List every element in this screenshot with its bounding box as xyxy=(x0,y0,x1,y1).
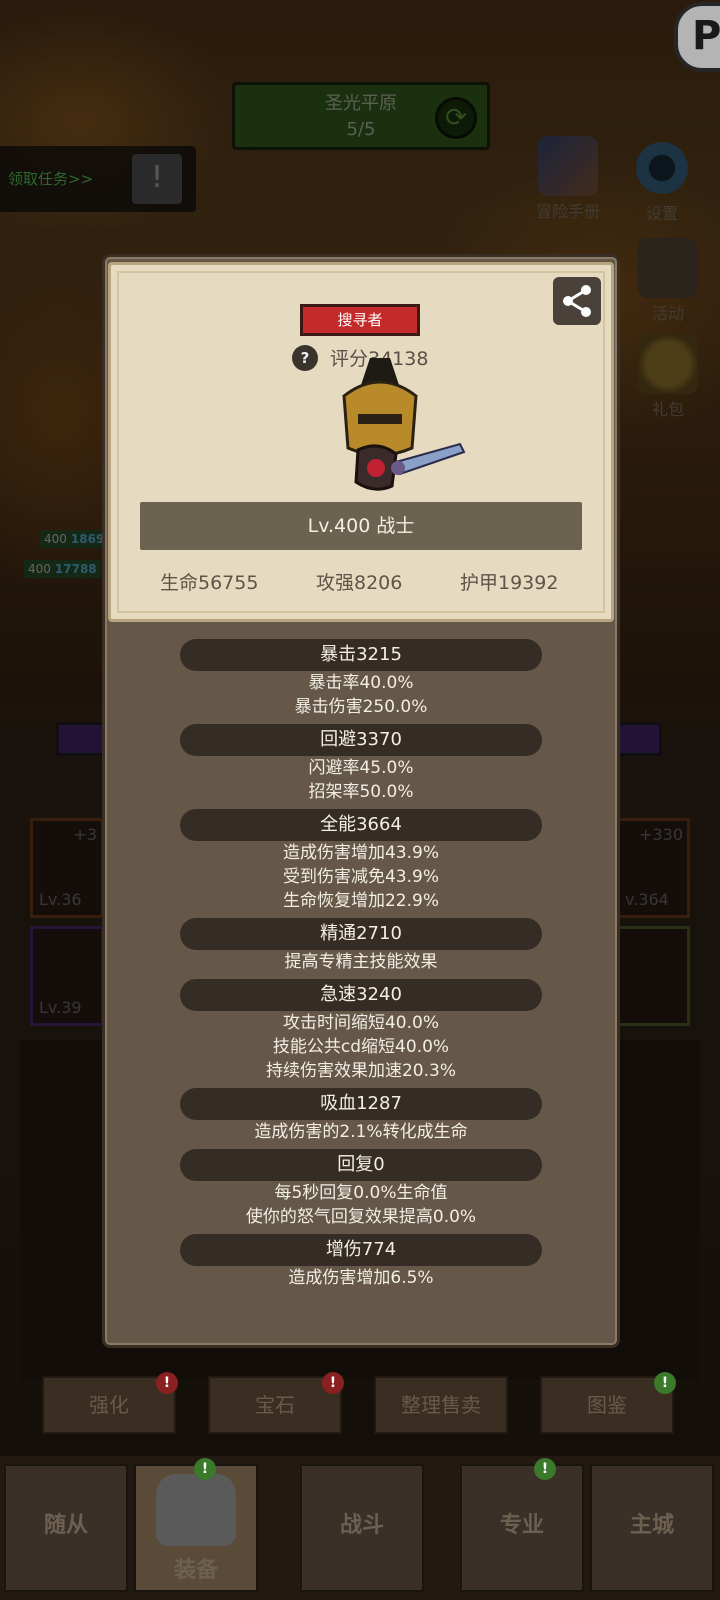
share-icon xyxy=(563,285,591,317)
bottom-nav: 随从 装备 ! 战斗 专业 ! 主城 xyxy=(0,1456,720,1600)
gem-button[interactable]: 宝石 ! xyxy=(208,1372,344,1434)
alert-badge-icon: ! xyxy=(322,1372,344,1394)
stat-line: 提高专精主技能效果 xyxy=(284,952,438,972)
stat-header-versatility: 全能3664 xyxy=(180,809,542,841)
stat-line: 暴击伤害250.0% xyxy=(294,697,428,717)
alert-badge-icon: ! xyxy=(156,1372,178,1394)
health-stat: 生命56755 xyxy=(160,572,259,594)
stat-header-lifesteal: 吸血1287 xyxy=(180,1088,542,1120)
stat-line: 造成伤害增加43.9% xyxy=(282,843,439,863)
alert-badge-icon: ! xyxy=(194,1458,216,1480)
stat-header-crit: 暴击3215 xyxy=(180,639,542,671)
attack-stat: 攻强8206 xyxy=(316,572,403,594)
nav-profession[interactable]: 专业 ! xyxy=(460,1458,584,1592)
armor-stat: 护甲19392 xyxy=(460,572,559,594)
stat-line: 攻击时间缩短40.0% xyxy=(282,1013,439,1033)
class-tag: 搜寻者 xyxy=(300,304,420,336)
alert-badge-icon: ! xyxy=(654,1372,676,1394)
stat-line: 招架率50.0% xyxy=(308,782,414,802)
level-class-banner: Lv.400 战士 xyxy=(140,502,582,550)
stat-line: 持续伤害效果加速20.3% xyxy=(265,1061,456,1081)
stat-line: 技能公共cd缩短40.0% xyxy=(272,1037,450,1057)
nav-main-city[interactable]: 主城 xyxy=(590,1464,714,1592)
stat-line: 造成伤害增加6.5% xyxy=(288,1268,434,1288)
stat-header-haste: 急速3240 xyxy=(180,979,542,1011)
stat-line: 暴击率40.0% xyxy=(308,673,414,693)
stat-line: 闪避率45.0% xyxy=(308,758,414,778)
stat-line: 生命恢复增加22.9% xyxy=(282,891,439,911)
stat-line: 使你的怒气回复效果提高0.0% xyxy=(245,1207,477,1227)
stat-header-damage-bonus: 增伤774 xyxy=(180,1234,542,1266)
nav-followers[interactable]: 随从 xyxy=(4,1464,128,1592)
stat-line: 造成伤害的2.1%转化成生命 xyxy=(254,1122,468,1142)
enhance-button[interactable]: 强化 ! xyxy=(42,1372,178,1434)
codex-button[interactable]: 图鉴 ! xyxy=(540,1372,676,1434)
nav-battle[interactable]: 战斗 xyxy=(300,1464,424,1592)
alert-badge-icon: ! xyxy=(534,1458,556,1480)
stat-header-avoidance: 回避3370 xyxy=(180,724,542,756)
stat-header-mastery: 精通2710 xyxy=(180,918,542,950)
hero-portrait xyxy=(342,358,466,491)
nav-equipment[interactable]: 装备 ! xyxy=(134,1458,258,1592)
share-button[interactable] xyxy=(553,277,601,325)
armor-icon xyxy=(156,1474,236,1546)
stat-line: 每5秒回复0.0%生命值 xyxy=(274,1183,448,1203)
stat-header-regen: 回复0 xyxy=(180,1149,542,1181)
sort-sell-button[interactable]: 整理售卖 xyxy=(374,1376,508,1434)
stat-line: 受到伤害减免43.9% xyxy=(282,867,439,887)
